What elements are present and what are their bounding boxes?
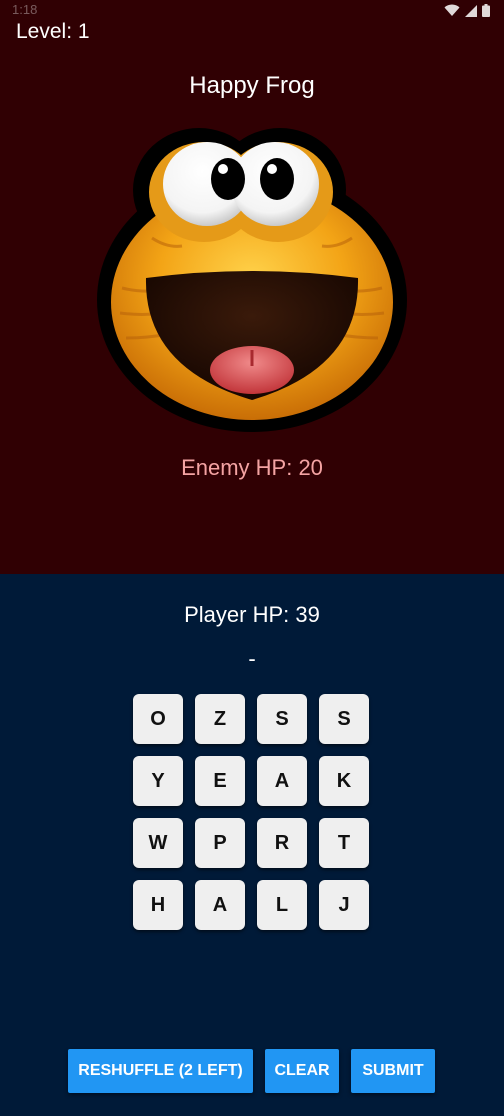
game-screen: 1:18 Level: 1 Happy Frog Enemy HP: 20 Pl…	[0, 0, 504, 1116]
letter-tile[interactable]: E	[195, 756, 245, 806]
letter-tile[interactable]: S	[257, 694, 307, 744]
letter-tile[interactable]: S	[319, 694, 369, 744]
submit-button[interactable]: SUBMIT	[351, 1049, 435, 1093]
wifi-icon	[444, 4, 460, 22]
signal-icon	[465, 4, 477, 22]
letter-tile[interactable]: T	[319, 818, 369, 868]
letter-tile[interactable]: O	[133, 694, 183, 744]
enemy-panel: 1:18 Level: 1 Happy Frog Enemy HP: 20	[0, 0, 504, 574]
battery-icon	[482, 4, 490, 22]
level-label: Level: 1	[16, 20, 90, 43]
player-panel: Player HP: 39 - O Z S S Y E A K W P R T …	[0, 574, 504, 1116]
letter-tile[interactable]: Y	[133, 756, 183, 806]
letter-tile[interactable]: A	[257, 756, 307, 806]
letter-tile[interactable]: H	[133, 880, 183, 930]
letter-tile[interactable]: Z	[195, 694, 245, 744]
status-time: 1:18	[12, 2, 38, 17]
current-word: -	[248, 646, 256, 671]
letter-tile[interactable]: L	[257, 880, 307, 930]
status-icons	[444, 4, 490, 22]
reshuffle-button[interactable]: RESHUFFLE (2 LEFT)	[68, 1049, 253, 1093]
letter-tile[interactable]: A	[195, 880, 245, 930]
action-row: RESHUFFLE (2 LEFT) CLEAR SUBMIT	[0, 1049, 504, 1093]
letter-tile[interactable]: J	[319, 880, 369, 930]
enemy-name: Happy Frog	[189, 72, 315, 99]
enemy-hp: Enemy HP: 20	[181, 455, 323, 480]
player-hp: Player HP: 39	[184, 602, 320, 627]
letter-tile[interactable]: P	[195, 818, 245, 868]
happy-frog-icon	[92, 118, 412, 438]
letter-tile[interactable]: K	[319, 756, 369, 806]
letter-tile[interactable]: W	[133, 818, 183, 868]
letter-grid: O Z S S Y E A K W P R T H A L J	[133, 694, 369, 930]
clear-button[interactable]: CLEAR	[265, 1049, 339, 1093]
status-bar: 1:18	[0, 0, 504, 22]
letter-tile[interactable]: R	[257, 818, 307, 868]
